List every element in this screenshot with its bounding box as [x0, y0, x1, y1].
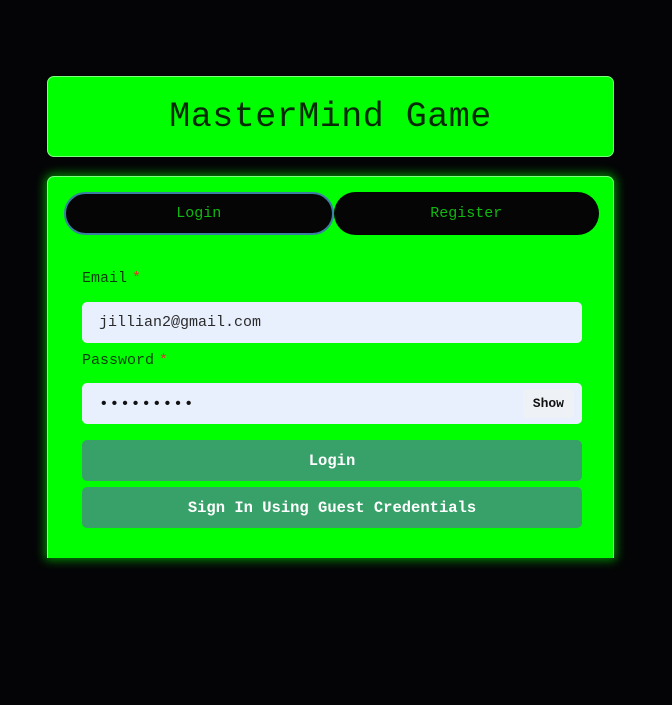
email-value: jillian2@gmail.com [99, 314, 262, 331]
app-header: MasterMind Game [47, 76, 614, 157]
auth-tabs: Login Register [64, 192, 599, 235]
password-required-marker: * [159, 352, 169, 369]
password-label-text: Password [82, 352, 155, 369]
show-password-button[interactable]: Show [522, 389, 574, 418]
tab-login[interactable]: Login [64, 192, 334, 235]
guest-sign-in-button[interactable]: Sign In Using Guest Credentials [82, 487, 582, 528]
password-label: Password * [82, 352, 168, 369]
email-label-text: Email [82, 270, 128, 287]
email-required-marker: * [132, 270, 142, 287]
email-label: Email * [82, 270, 141, 287]
tab-register[interactable]: Register [333, 192, 599, 235]
login-button[interactable]: Login [82, 440, 582, 481]
password-masked-value: ••••••••• [99, 394, 195, 413]
email-field[interactable]: jillian2@gmail.com [82, 302, 582, 343]
page-title: MasterMind Game [169, 96, 492, 137]
password-field[interactable]: ••••••••• Show [82, 383, 582, 424]
auth-card: Login Register Email * jillian2@gmail.com… [47, 176, 614, 558]
